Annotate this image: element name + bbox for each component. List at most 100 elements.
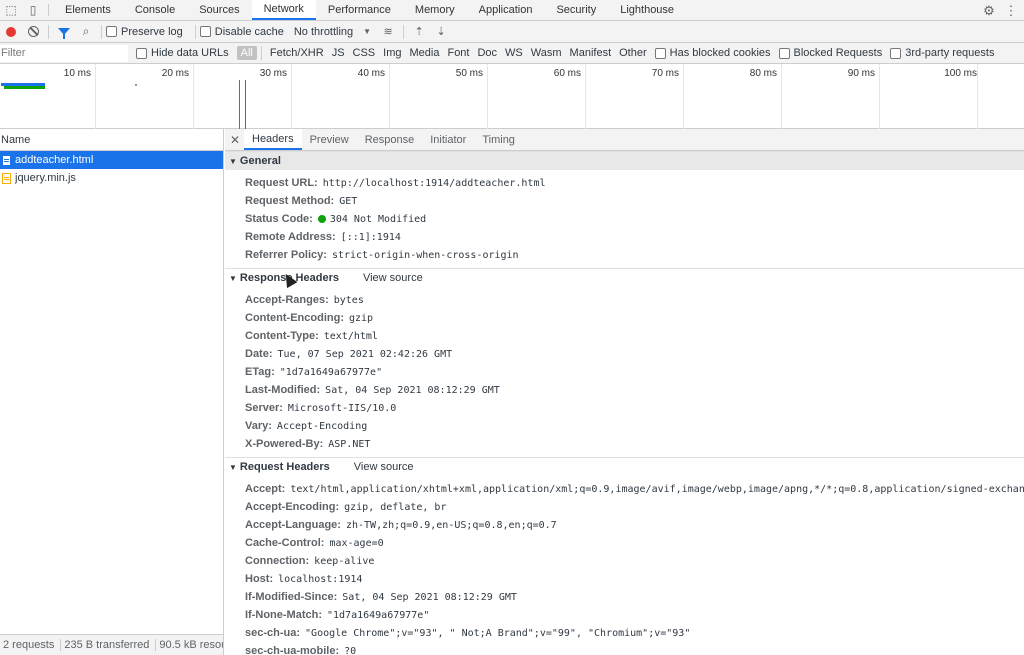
general-section-header[interactable]: ▼ General xyxy=(225,151,1024,170)
checkbox-box[interactable] xyxy=(654,47,666,59)
request-name: jquery.min.js xyxy=(15,172,76,184)
tab-console[interactable]: Console xyxy=(123,0,187,20)
export-har-button[interactable]: ⇣ xyxy=(430,21,452,43)
tab-network[interactable]: Network xyxy=(251,0,316,20)
header-value: "1d7a1649a67977e" xyxy=(327,609,430,621)
record-button[interactable] xyxy=(0,21,22,43)
header-value: "Google Chrome";v="93", " Not;A Brand";v… xyxy=(305,627,691,639)
has-blocked-cookies-label: Has blocked cookies xyxy=(669,47,771,59)
throttling-select[interactable]: No throttling ▼ xyxy=(294,26,371,38)
tab-security[interactable]: Security xyxy=(544,0,608,20)
tab-preview[interactable]: Preview xyxy=(302,129,357,150)
transferred-size: 235 B transferred xyxy=(61,639,157,651)
header-row: sec-ch-ua-mobile: ?0 xyxy=(225,642,1024,655)
header-key: Request URL: xyxy=(245,177,318,189)
tab-response[interactable]: Response xyxy=(357,129,423,150)
header-key: Referrer Policy: xyxy=(245,249,327,261)
tab-initiator[interactable]: Initiator xyxy=(422,129,474,150)
divider xyxy=(48,4,49,16)
header-row: Vary: Accept-Encoding xyxy=(225,417,1024,435)
request-row[interactable]: addteacher.html xyxy=(0,151,223,169)
header-value: ASP.NET xyxy=(328,438,371,450)
script-file-icon xyxy=(2,172,11,184)
filter-type-manifest[interactable]: Manifest xyxy=(566,46,616,60)
header-key: Connection: xyxy=(245,555,310,567)
checkbox-box[interactable] xyxy=(778,47,790,59)
header-value: text/html xyxy=(323,330,378,342)
download-icon: ⇣ xyxy=(436,26,446,38)
network-toolbar: ⌕ Preserve log Disable cache No throttli… xyxy=(0,21,1024,43)
timeline-tick-label: 10 ms xyxy=(63,68,91,79)
header-key: Last-Modified: xyxy=(245,384,321,396)
requests-panel: Name addteacher.html jquery.min.js xyxy=(0,129,224,634)
settings-gear-icon[interactable]: ⚙ xyxy=(980,2,998,20)
header-value: 304 Not Modified xyxy=(329,213,427,225)
more-options-icon[interactable]: ⋮ xyxy=(1004,2,1018,20)
has-blocked-cookies-checkbox[interactable]: Has blocked cookies xyxy=(654,47,771,59)
header-value: Microsoft-IIS/10.0 xyxy=(287,402,397,414)
preserve-log-label: Preserve log xyxy=(121,25,183,38)
name-column-header[interactable]: Name xyxy=(0,129,223,151)
filter-type-other[interactable]: Other xyxy=(615,46,651,60)
divider xyxy=(48,24,49,39)
tab-memory[interactable]: Memory xyxy=(403,0,467,20)
timeline-tick-label: 40 ms xyxy=(357,68,385,79)
resources-size: 90.5 kB resources xyxy=(159,639,223,651)
filter-type-font[interactable]: Font xyxy=(443,46,473,60)
filter-type-all[interactable]: All xyxy=(236,46,257,60)
view-source-link[interactable]: View source xyxy=(363,272,423,284)
header-value: GET xyxy=(339,195,358,207)
header-value: ?0 xyxy=(344,645,357,655)
filter-type-media[interactable]: Media xyxy=(406,46,444,60)
checkbox-box[interactable] xyxy=(199,26,211,37)
close-icon[interactable]: ✕ xyxy=(226,129,244,150)
filter-type-ws[interactable]: WS xyxy=(501,46,527,60)
header-value: gzip, deflate, br xyxy=(344,501,447,513)
header-key: Status Code: xyxy=(245,213,313,225)
timeline-tick-label: 20 ms xyxy=(161,68,189,79)
device-toolbar-icon[interactable]: ▯ xyxy=(22,0,44,20)
request-headers-section-header[interactable]: ▼ Request Headers View source xyxy=(225,457,1024,476)
tab-performance[interactable]: Performance xyxy=(316,0,403,20)
network-conditions-button[interactable]: ≋ xyxy=(377,21,399,43)
search-button[interactable]: ⌕ xyxy=(75,21,97,43)
third-party-requests-checkbox[interactable]: 3rd-party requests xyxy=(890,47,994,59)
filter-type-wasm[interactable]: Wasm xyxy=(527,46,566,60)
response-headers-section-header[interactable]: ▼ Response Headers View source xyxy=(225,268,1024,287)
view-source-link[interactable]: View source xyxy=(354,461,414,473)
filter-type-img[interactable]: Img xyxy=(379,46,405,60)
tab-timing[interactable]: Timing xyxy=(474,129,523,150)
tab-application[interactable]: Application xyxy=(467,0,545,20)
checkbox-box[interactable] xyxy=(136,47,147,59)
timeline-overview[interactable]: 10 ms 20 ms 30 ms 40 ms 50 ms 60 ms 70 m… xyxy=(0,64,1024,129)
tab-headers[interactable]: Headers xyxy=(244,129,302,150)
tab-sources[interactable]: Sources xyxy=(187,0,251,20)
timeline-gridline xyxy=(487,64,488,129)
filter-type-doc[interactable]: Doc xyxy=(473,46,501,60)
timeline-gridline xyxy=(95,64,96,129)
divider xyxy=(260,46,262,60)
filter-toggle-button[interactable] xyxy=(53,21,75,43)
inspect-element-icon[interactable]: ⬚ xyxy=(0,0,22,20)
header-value: zh-TW,zh;q=0.9,en-US;q=0.8,en;q=0.7 xyxy=(345,519,557,531)
blocked-requests-checkbox[interactable]: Blocked Requests xyxy=(778,47,883,59)
filter-input[interactable] xyxy=(0,44,128,62)
timeline-tick-label: 100 ms xyxy=(944,68,977,79)
tab-lighthouse[interactable]: Lighthouse xyxy=(608,0,686,20)
request-row[interactable]: jquery.min.js xyxy=(0,169,223,187)
checkbox-box[interactable] xyxy=(106,26,117,37)
preserve-log-checkbox[interactable]: Preserve log xyxy=(106,26,183,38)
blocked-requests-label: Blocked Requests xyxy=(793,47,883,59)
filter-type-js[interactable]: JS xyxy=(328,46,349,60)
tab-elements[interactable]: Elements xyxy=(53,0,123,20)
filter-type-fetch-xhr[interactable]: Fetch/XHR xyxy=(266,46,328,60)
checkbox-box[interactable] xyxy=(890,47,902,59)
import-har-button[interactable]: ⇡ xyxy=(408,21,430,43)
clear-button[interactable] xyxy=(22,21,44,43)
disable-cache-checkbox[interactable]: Disable cache xyxy=(199,26,284,38)
hide-data-urls-checkbox[interactable]: Hide data URLs xyxy=(136,47,229,59)
header-row: Accept: text/html,application/xhtml+xml,a… xyxy=(225,480,1024,498)
header-key: Content-Type: xyxy=(245,330,319,342)
header-key: Accept-Encoding: xyxy=(245,501,340,513)
filter-type-css[interactable]: CSS xyxy=(349,46,380,60)
